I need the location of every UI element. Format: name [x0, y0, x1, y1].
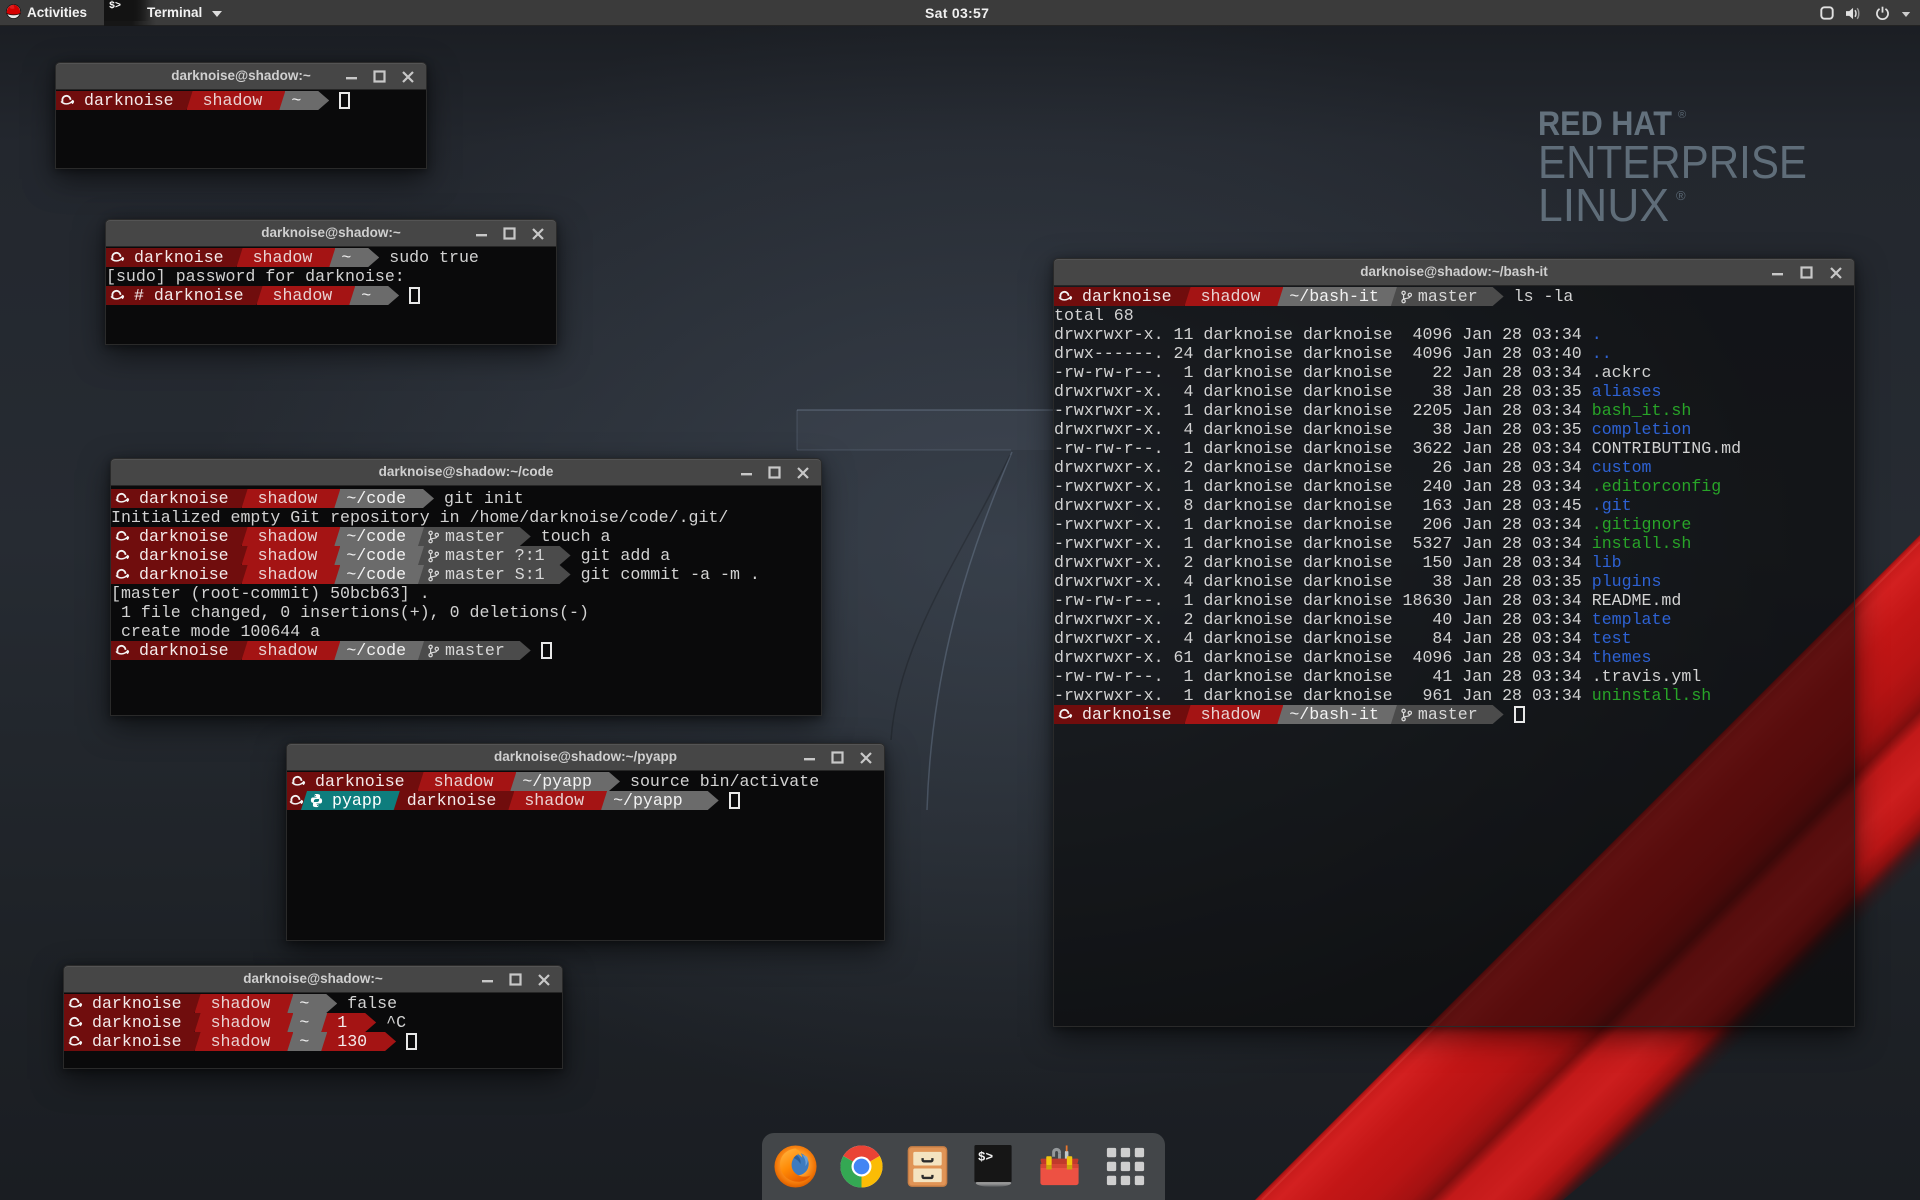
svg-text:$>: $> — [109, 0, 121, 12]
svg-text:®: ® — [1678, 109, 1686, 121]
svg-text:$>: $> — [978, 1150, 993, 1165]
svg-text:LINUX: LINUX — [1538, 179, 1669, 231]
svg-text:®: ® — [1676, 188, 1686, 203]
